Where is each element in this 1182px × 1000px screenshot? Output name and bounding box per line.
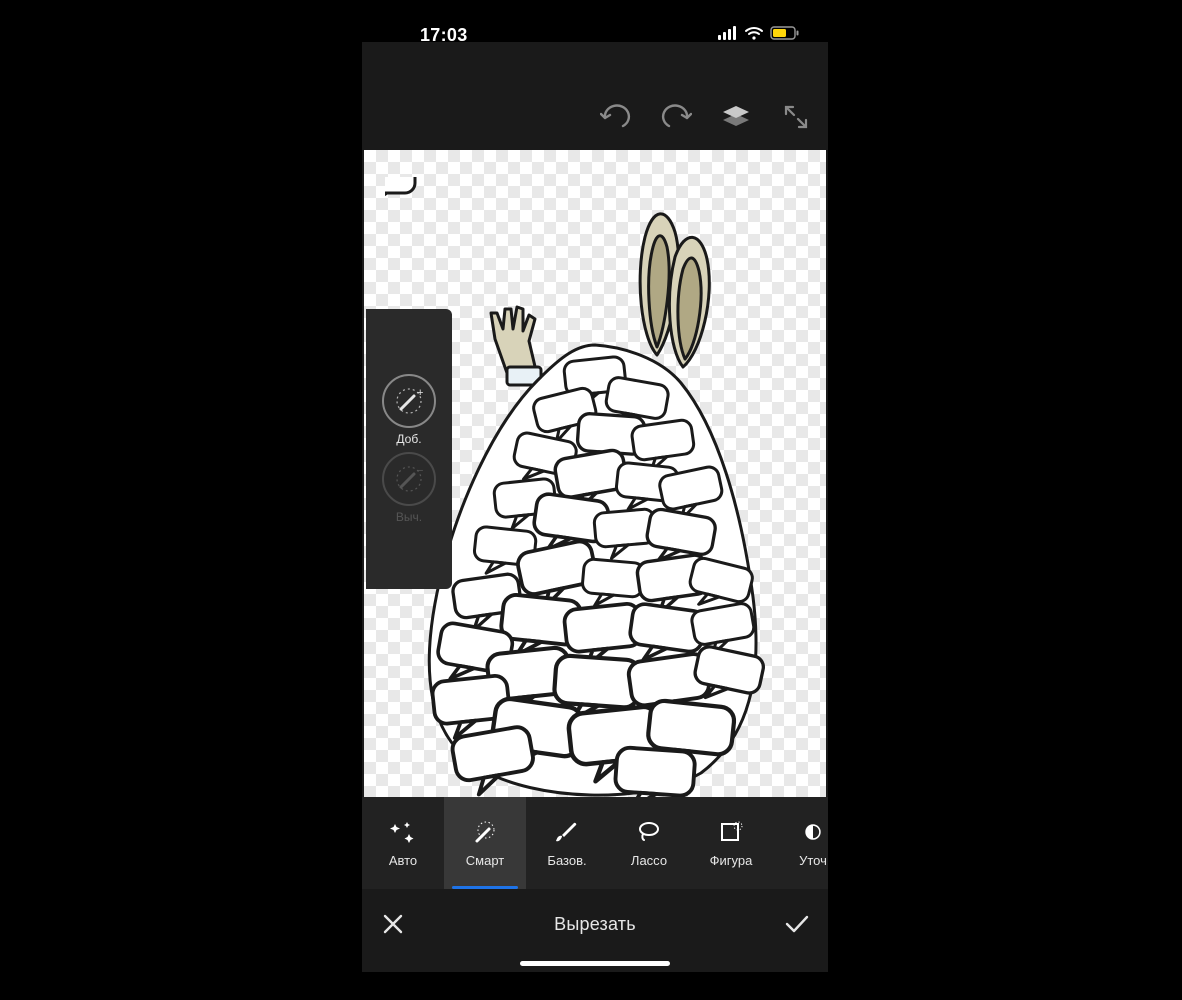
bottom-actions: Вырезать <box>362 889 828 959</box>
layers-button[interactable] <box>720 101 752 133</box>
lasso-icon <box>636 819 662 845</box>
mode-auto[interactable]: Авто <box>362 797 444 889</box>
sparkles-icon <box>389 819 417 845</box>
svg-text:−: − <box>417 465 423 477</box>
magic-wand-add-icon: + <box>382 374 436 428</box>
mode-label: Лассо <box>631 853 667 868</box>
magic-wand-subtract-icon: − <box>382 452 436 506</box>
check-icon <box>784 914 810 934</box>
home-indicator[interactable] <box>520 961 670 966</box>
close-icon <box>382 913 404 935</box>
redo-button[interactable] <box>660 101 692 133</box>
fullscreen-icon <box>783 104 809 130</box>
refine-edge-icon <box>803 819 823 845</box>
mode-label: Базов. <box>547 853 586 868</box>
redo-icon <box>660 104 692 130</box>
app-frame: + Доб. − Выч. Авто <box>362 42 828 972</box>
mode-smart[interactable]: Смарт <box>444 797 526 889</box>
brush-icon <box>554 819 580 845</box>
page-stage: 17:03 <box>0 0 1182 1000</box>
mode-label: Смарт <box>466 853 504 868</box>
mode-shape[interactable]: Фигура <box>690 797 772 889</box>
top-toolbar <box>362 42 828 148</box>
action-title: Вырезать <box>554 914 636 935</box>
shape-select-icon <box>718 819 744 845</box>
layers-icon <box>721 104 751 130</box>
mode-lasso[interactable]: Лассо <box>608 797 690 889</box>
add-selection-label: Доб. <box>396 432 421 446</box>
svg-text:+: + <box>417 387 423 399</box>
fullscreen-button[interactable] <box>780 101 812 133</box>
selection-modes: Авто Смарт Базов. Лассо <box>362 797 828 889</box>
undo-icon <box>600 104 632 130</box>
undo-button[interactable] <box>600 101 632 133</box>
magic-wand-icon <box>472 819 498 845</box>
mode-label: Фигура <box>710 853 753 868</box>
mode-label: Уточ <box>799 853 827 868</box>
side-panel: + Доб. − Выч. <box>366 309 452 589</box>
subtract-selection-tool[interactable]: − Выч. <box>382 452 436 524</box>
mode-label: Авто <box>389 853 417 868</box>
cancel-button[interactable] <box>378 909 408 939</box>
add-selection-tool[interactable]: + Доб. <box>382 374 436 446</box>
mode-basic[interactable]: Базов. <box>526 797 608 889</box>
confirm-button[interactable] <box>782 909 812 939</box>
subtract-selection-label: Выч. <box>396 510 422 524</box>
image-canvas[interactable]: + Доб. − Выч. <box>364 150 826 797</box>
mode-refine[interactable]: Уточ <box>772 797 828 889</box>
